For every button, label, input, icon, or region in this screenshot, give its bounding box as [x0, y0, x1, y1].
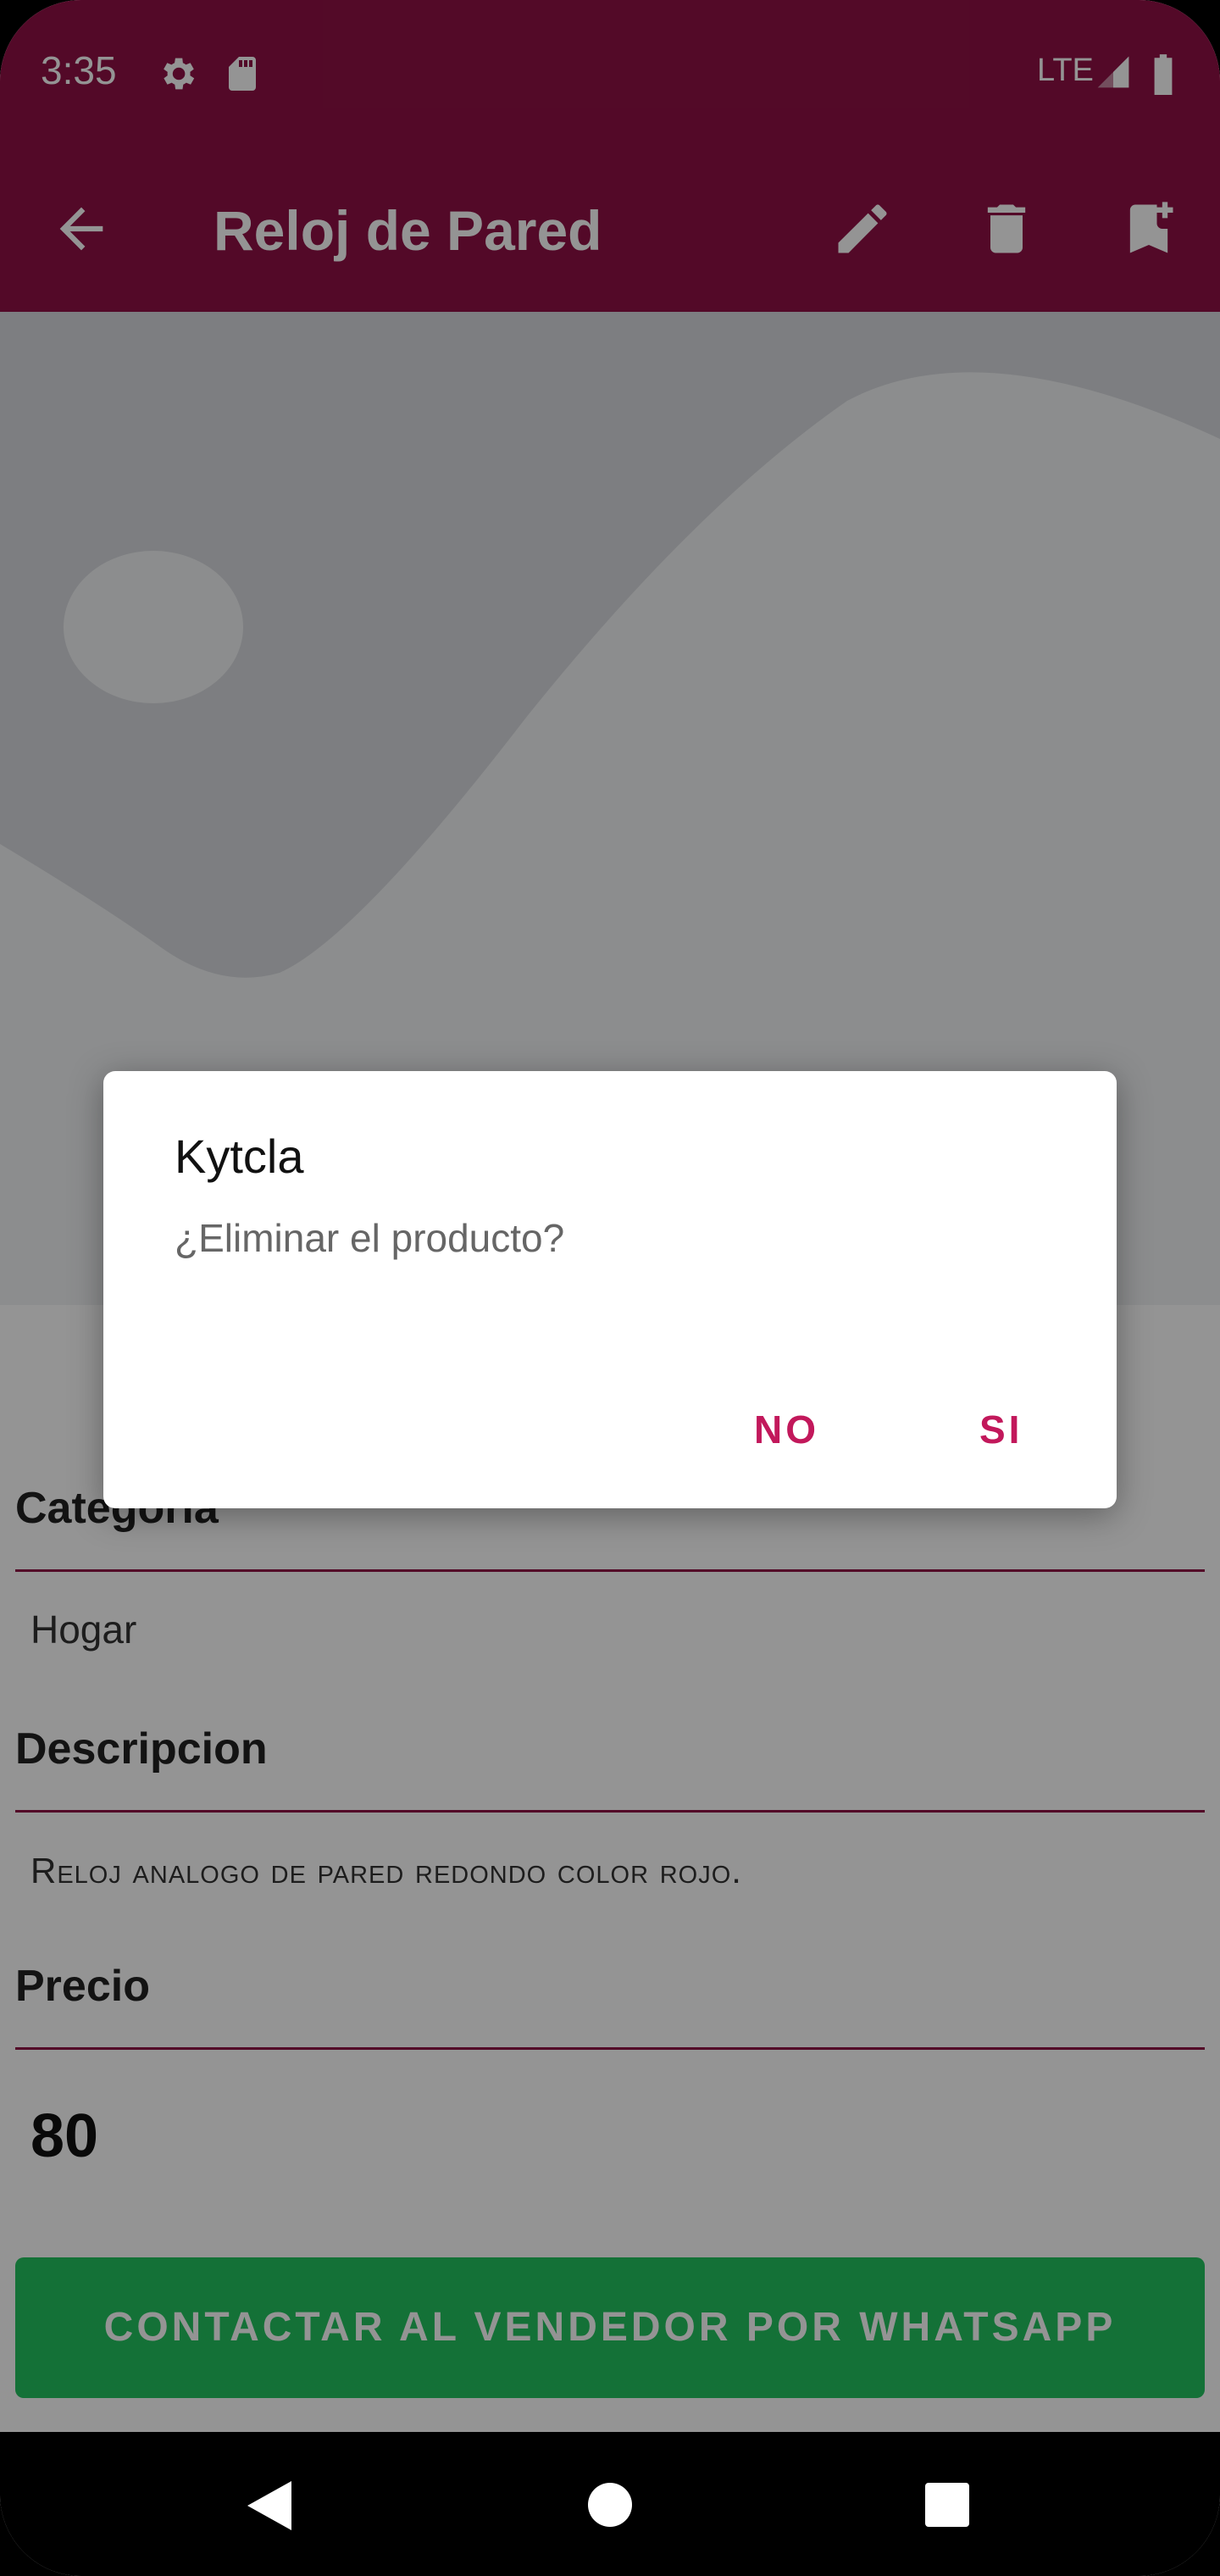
yes-button[interactable]: SI [979, 1407, 1023, 1452]
home-nav-icon[interactable] [586, 2481, 634, 2529]
navigation-bar [0, 2432, 1220, 2576]
recents-nav-icon[interactable] [925, 2483, 969, 2527]
no-button[interactable]: NO [754, 1407, 819, 1452]
back-nav-icon[interactable] [244, 2479, 293, 2532]
dialog-title: Kytcla [175, 1130, 304, 1183]
app-screen: 3:35 LTE Reloj de Pared Categoria Hogar … [0, 0, 1220, 2576]
delete-confirm-dialog: Kytcla ¿Eliminar el producto? NO SI [103, 1071, 1117, 1508]
dialog-message: ¿Eliminar el producto? [175, 1216, 565, 1260]
